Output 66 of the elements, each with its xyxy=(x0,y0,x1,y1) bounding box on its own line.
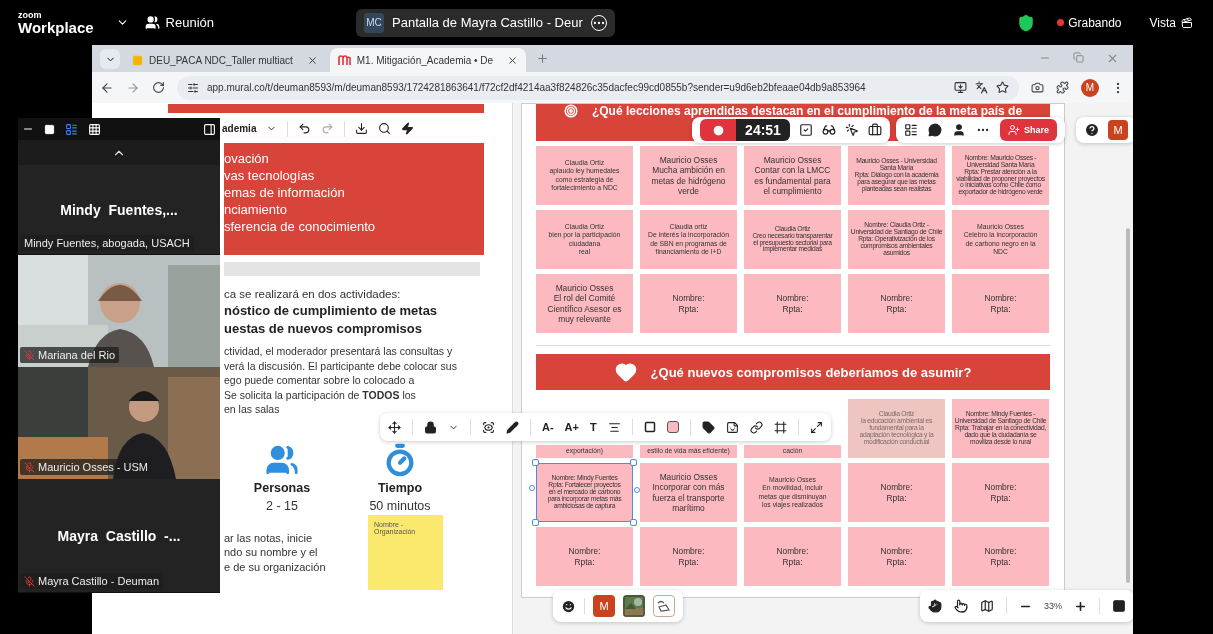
view-button[interactable]: Vista xyxy=(1143,14,1199,31)
sticky-note[interactable]: Nombre: Rpta: xyxy=(640,527,737,586)
browser-tab[interactable]: DEU_PACA NDC_Taller multiact xyxy=(124,48,326,72)
sticky-note[interactable]: Nombre: Rpta: xyxy=(744,527,841,586)
participant-tile[interactable]: Mayra Castillo -... Mayra Castillo - Deuman xyxy=(18,479,220,593)
user-avatar[interactable]: M xyxy=(593,595,615,617)
activity-title: uestas de nuevos compromisos xyxy=(224,321,423,336)
brand-name: Workplace xyxy=(18,19,94,35)
participant-name-label: Mariana del Rio xyxy=(38,349,116,361)
timer-text: 24:51 xyxy=(736,119,790,141)
intro-text: ca se realizará en dos actividades: xyxy=(224,288,402,300)
tab-title: DEU_PACA NDC_Taller multiact xyxy=(149,54,293,66)
text-style-button[interactable]: T xyxy=(590,421,597,433)
section-title: ¿Qué nuevos compromisos deberíamos de asumir? xyxy=(650,364,972,380)
sticky-note[interactable]: Nombre: Rpta: xyxy=(536,527,633,586)
stat-value: 50 minutos xyxy=(369,498,431,513)
sticky-note[interactable]: Nombre: Rpta: xyxy=(952,274,1049,333)
participant-name: Mindy Fuentes,... xyxy=(60,201,178,218)
sticky-note[interactable]: Nombre: Rpta: xyxy=(848,274,945,333)
stat-label: Personas xyxy=(253,480,311,495)
topic-text: ovación xyxy=(224,151,270,167)
profile-avatar[interactable]: M xyxy=(1081,78,1099,97)
participant-name: Mayra Castillo -... xyxy=(57,527,181,544)
participant-name-label: Mauricio Osses - USM xyxy=(38,461,149,473)
sticky-note[interactable]: Nombre: Rpta: xyxy=(744,274,841,333)
browser-tab[interactable]: M1. Mitigación_Academia • De xyxy=(329,48,527,72)
participant-tile[interactable]: Mariana del Rio xyxy=(18,255,220,367)
timer[interactable]: 24:51 xyxy=(700,119,790,141)
stat-value: 2 - 15 xyxy=(266,498,298,513)
sticky-note[interactable]: Nombre: Rpta: xyxy=(848,463,945,522)
share-title: Pantalla de Mayra Castillo - Deur xyxy=(392,15,583,30)
brand-label: zoom xyxy=(18,10,43,20)
sticky-note[interactable]: Nombre: Rpta: xyxy=(848,527,945,586)
participant-tile[interactable]: Mindy Fuentes,... Mindy Fuentes, abogada, USACH xyxy=(18,165,220,255)
notes-instructions: ar las notas, inicie ndo su nombre y el e de su organización xyxy=(224,530,327,575)
activity-title: nóstico de cumplimiento de metas xyxy=(224,303,439,318)
text-style-button[interactable]: A- xyxy=(542,421,554,433)
avatar: MC xyxy=(364,12,385,33)
sticky-note[interactable]: Nombre: Rpta: xyxy=(952,527,1049,586)
participant-tile[interactable]: Mauricio Osses - USM xyxy=(18,367,220,479)
topic-text: sferencia de conocimiento xyxy=(224,219,377,235)
meeting-button[interactable]: Reunión xyxy=(144,15,215,30)
recording-label: Grabando xyxy=(1068,15,1122,30)
topic-text: vas tecnologías xyxy=(224,168,316,184)
sticky-note[interactable]: Mauricio Osses El rol del Comité Científico Asesor es muy relevante xyxy=(536,274,633,333)
topic-text: nciamiento xyxy=(224,202,288,218)
section-title: ¿Qué lecciones aprendidas destacan en el cumplimiento de la meta país de xyxy=(591,104,1023,119)
text-style-button[interactable]: A+ xyxy=(564,421,579,433)
zoom-level: 33% xyxy=(1044,601,1062,611)
address-field[interactable]: app.mural.co/t/deuman8593/m/deuman8593/1724281863641/f72cf2df4214aa3f824826c35dacfec99cd0855b?sender=u9d6eb2bfeaae04db9a853964 xyxy=(177,75,1019,100)
user-avatar[interactable]: M xyxy=(1108,120,1128,140)
sticky-note[interactable]: Mauricio Osses Incorporar con más fuerza el transporte marítimo xyxy=(640,463,737,522)
sticky-note[interactable]: Mauricio Osses Contar con la LMCC es fundamental para el cumplimiento xyxy=(744,146,841,205)
sticky-note[interactable]: Nombre: Rpta: xyxy=(640,274,737,333)
url-text: app.mural.co/t/deuman8593/m/deuman8593/1724281863641/f72cf2df4214aa3f824826c35dacfec99cd0855b?sender=u9d6eb2bfeaae04db9a853964 xyxy=(207,82,867,93)
participant-name-label: Mayra Castillo - Deuman xyxy=(38,575,160,587)
topic-text: emas de información xyxy=(224,185,346,201)
instructions-paragraph: ctividad, el moderador presentará las consultas y verá la discusión. El participante debe colocar sus ego puede comentar sobre lo colocado a Se solicita la participación de TODOS los en las salas xyxy=(224,344,458,417)
participant-name-label: Mindy Fuentes, abogada, USACH xyxy=(24,237,190,249)
tab-title: M1. Mitigación_Academia • De xyxy=(356,54,494,66)
share-button[interactable]: Share xyxy=(1000,119,1057,141)
stat-label: Tiempo xyxy=(377,480,423,495)
mural-name[interactable]: ademia xyxy=(222,123,257,134)
sticky-note[interactable]: Mauricio Osses Mucha ambición en metas de hidrógeno verde xyxy=(640,146,737,205)
sticky-note[interactable]: Nombre: Rpta: xyxy=(952,463,1049,522)
screen-share-pill[interactable]: MC Pantalla de Mayra Castillo - Deur xyxy=(356,8,615,37)
